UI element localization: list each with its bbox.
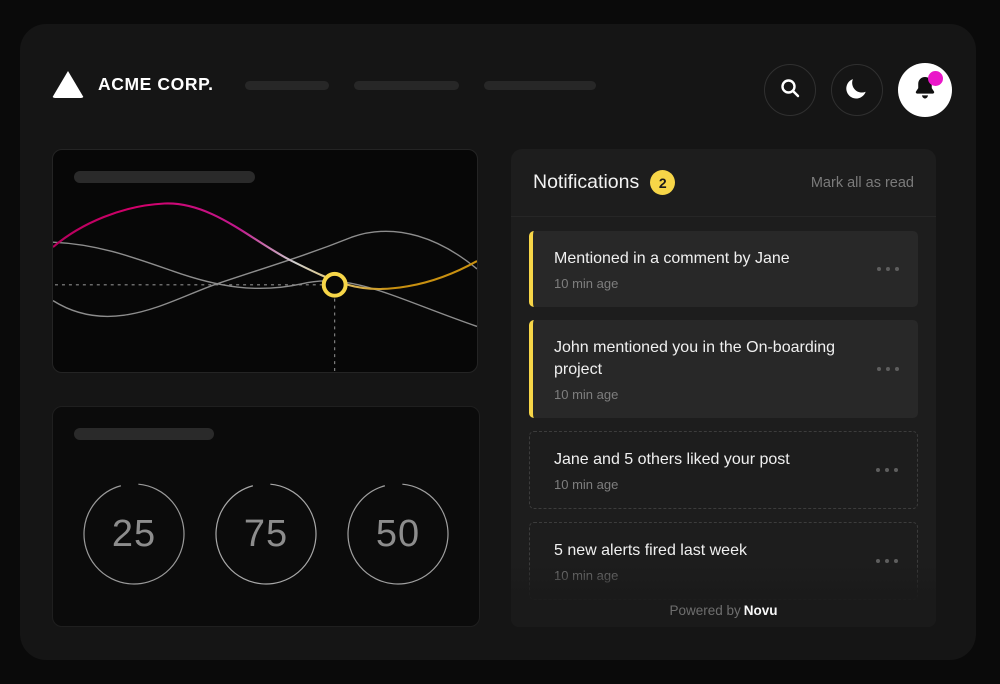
panel-footer-brand: Novu	[743, 603, 778, 618]
notification-panel-title: Notifications	[533, 171, 640, 193]
notification-item[interactable]: 5 new alerts fired last week 10 min age	[529, 522, 918, 601]
gauge-2[interactable]: 75	[215, 483, 317, 585]
notification-time: 10 min age	[554, 276, 619, 292]
gauge-3-value: 50	[375, 512, 421, 555]
nav-placeholder-2[interactable]	[354, 81, 459, 90]
notification-more-icon[interactable]	[877, 367, 899, 372]
nav-placeholder-1[interactable]	[245, 81, 329, 90]
chart-line-gray-a	[53, 230, 477, 318]
gauge-row: 25 75 50	[53, 483, 479, 585]
app-window: ACME CORP. 25 75 50 Notifications 2 Mark…	[20, 24, 976, 660]
gauge-2-value: 75	[243, 512, 289, 555]
chart-marker-point[interactable]	[321, 271, 348, 298]
gauge-3[interactable]: 50	[347, 483, 449, 585]
notification-text: 5 new alerts fired last week	[554, 542, 747, 560]
screenshot-root: ACME CORP. 25 75 50 Notifications 2 Mark…	[0, 0, 1000, 684]
header-actions	[764, 63, 952, 117]
dark-mode-button[interactable]	[831, 64, 883, 116]
line-chart	[53, 202, 477, 372]
notification-more-icon[interactable]	[877, 267, 899, 272]
notification-item[interactable]: John mentioned you in the On-boarding pr…	[529, 320, 918, 418]
notifications-button[interactable]	[898, 63, 952, 117]
chart-card	[52, 149, 478, 373]
notification-time: 10 min age	[554, 477, 619, 493]
chart-line-highlight	[53, 202, 477, 290]
moon-icon	[844, 75, 870, 106]
gauge-1-value: 25	[111, 512, 157, 555]
notification-panel-header: Notifications 2 Mark all as read	[511, 149, 936, 217]
notification-item[interactable]: Jane and 5 others liked your post 10 min…	[529, 430, 918, 510]
nav-placeholder-3[interactable]	[484, 81, 596, 90]
notification-time: 10 min age	[554, 568, 619, 584]
unread-count-badge: 2	[650, 170, 676, 195]
brand[interactable]: ACME CORP.	[52, 71, 214, 98]
notification-text: John mentioned you in the On-boarding pr…	[554, 339, 836, 378]
notification-time: 10 min age	[554, 386, 619, 402]
notification-text: Jane and 5 others liked your post	[554, 450, 790, 468]
notification-item[interactable]: Mentioned in a comment by Jane 10 min ag…	[529, 231, 918, 308]
notification-list[interactable]: Mentioned in a comment by Jane 10 min ag…	[511, 217, 936, 601]
notification-more-icon[interactable]	[876, 559, 898, 564]
gauge-1[interactable]: 25	[83, 483, 185, 585]
notification-panel: Notifications 2 Mark all as read Mention…	[511, 149, 936, 627]
panel-footer: Powered by Novu	[511, 603, 936, 618]
brand-name: ACME CORP.	[98, 74, 214, 94]
panel-footer-prefix: Powered by	[669, 603, 741, 618]
notification-badge-dot	[928, 71, 943, 86]
app-header: ACME CORP.	[20, 24, 976, 134]
gauges-card: 25 75 50	[52, 406, 480, 627]
triangle-logo-icon	[52, 71, 84, 98]
search-icon	[778, 76, 802, 105]
search-button[interactable]	[764, 64, 816, 116]
gauges-title-placeholder	[74, 428, 214, 440]
notification-text: Mentioned in a comment by Jane	[554, 250, 790, 267]
nav-placeholders	[245, 81, 596, 90]
notification-more-icon[interactable]	[876, 467, 898, 472]
mark-all-as-read-button[interactable]: Mark all as read	[811, 175, 914, 191]
